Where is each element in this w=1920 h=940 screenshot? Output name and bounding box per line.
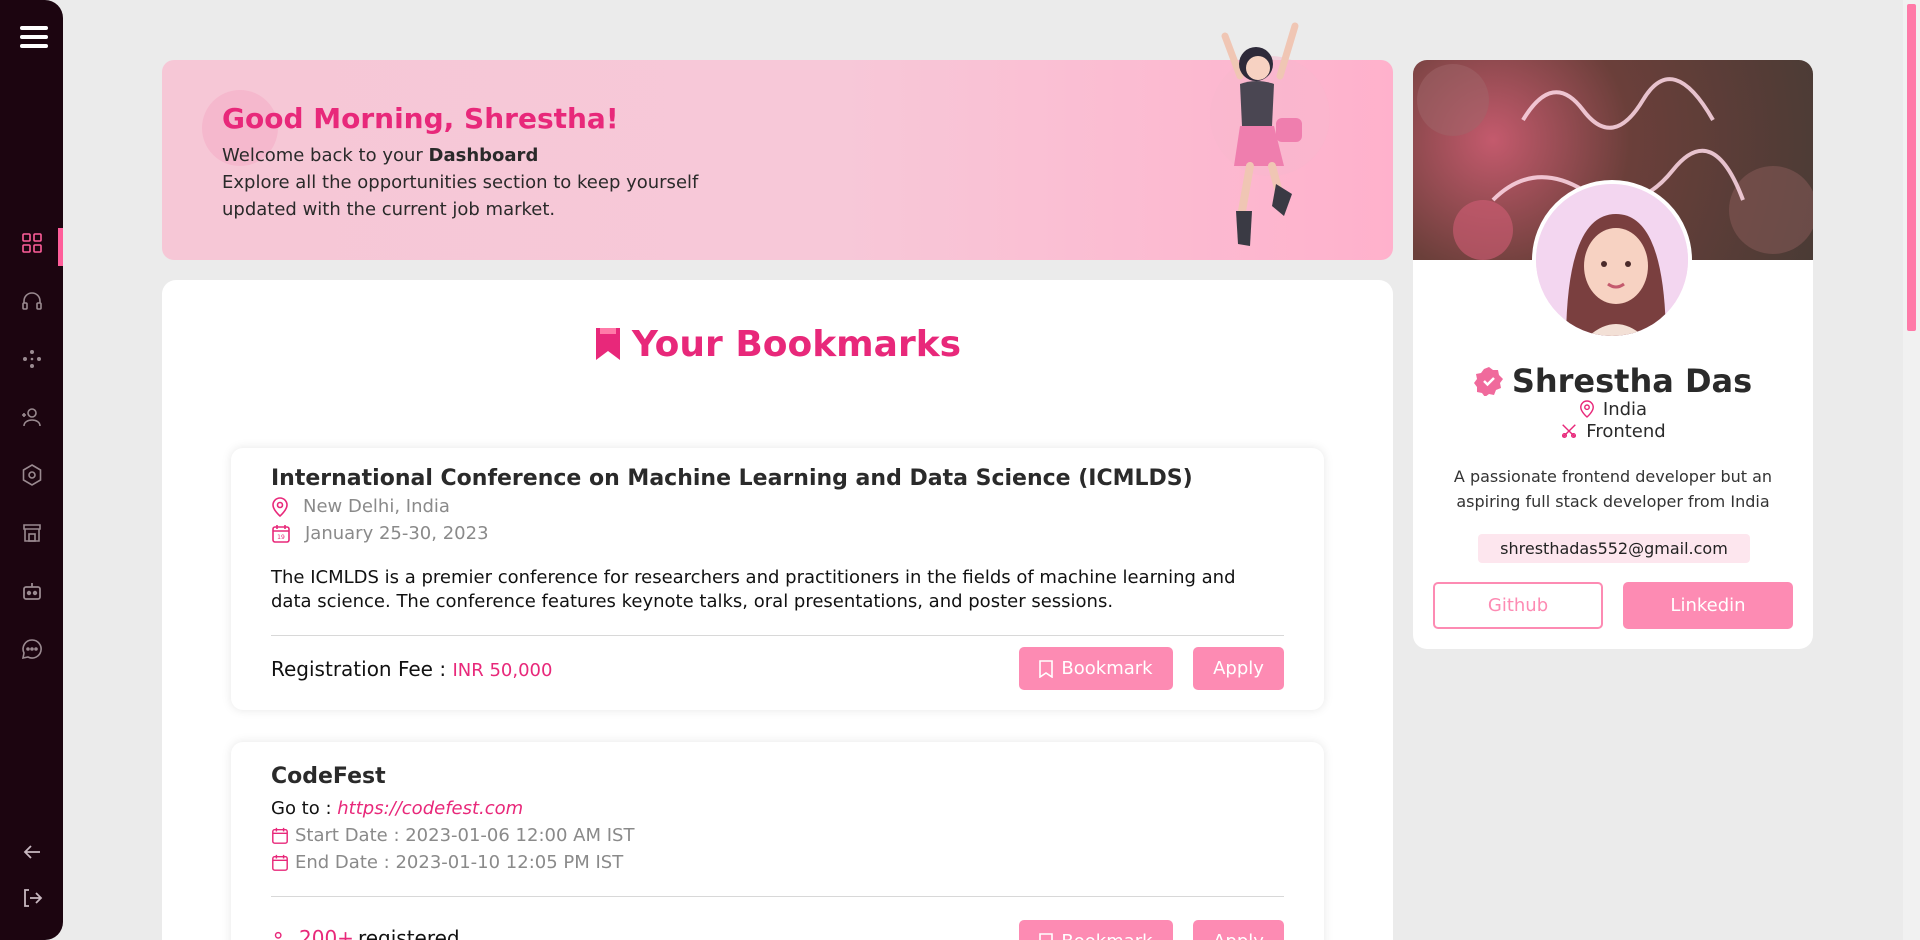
settings-icon[interactable] [18, 461, 46, 489]
card-description: The ICMLDS is a premier conference for r… [271, 567, 1236, 612]
jumping-girl-illustration [1210, 22, 1330, 246]
bookmark-card: International Conference on Machine Lear… [231, 448, 1324, 710]
linkedin-button[interactable]: Linkedin [1623, 582, 1793, 629]
start-date-text: Start Date : 2023-01-06 12:00 AM IST [295, 825, 635, 846]
bookmark-button-label: Bookmark [1061, 658, 1153, 679]
logout-icon[interactable] [18, 884, 46, 912]
active-indicator [58, 228, 63, 266]
bookmark-button[interactable]: Bookmark [1019, 920, 1173, 940]
back-arrow-icon[interactable] [18, 838, 46, 866]
apply-button[interactable]: Apply [1193, 920, 1284, 940]
profile-card: Shrestha Das India Frontend A passionate… [1413, 60, 1813, 649]
date-text: January 25-30, 2023 [305, 523, 489, 544]
bookmark-outline-icon [1039, 659, 1054, 678]
bookmark-icon [595, 328, 620, 360]
bookmarks-panel: Your Bookmarks International Conference … [162, 280, 1393, 940]
goto-line: Go to : https://codefest.com [271, 798, 523, 819]
greeting-title: Good Morning, Shrestha! [222, 102, 619, 135]
registration-fee: Registration Fee : INR 50,000 [271, 657, 552, 681]
profile-email: shresthadas552@gmail.com [1478, 534, 1750, 563]
avatar-illustration [1536, 184, 1688, 336]
bot-icon[interactable] [18, 577, 46, 605]
github-button[interactable]: Github [1433, 582, 1603, 629]
card-divider [271, 896, 1284, 897]
tools-icon [1562, 424, 1577, 439]
fee-label: Registration Fee : [271, 657, 453, 681]
card-title: International Conference on Machine Lear… [271, 466, 1193, 491]
goto-label: Go to : [271, 798, 338, 819]
bookmark-card: CodeFest Go to : https://codefest.com St… [231, 742, 1324, 940]
people-icon [274, 931, 282, 940]
scrollbar-thumb[interactable] [1907, 4, 1916, 331]
registered-count: 200+ registered [271, 926, 460, 940]
apply-button[interactable]: Apply [1193, 647, 1284, 690]
bookmark-button[interactable]: Bookmark [1019, 647, 1173, 690]
location-pin-icon [272, 496, 288, 517]
bookmarks-title-text: Your Bookmarks [631, 324, 962, 365]
headphones-icon[interactable] [18, 287, 46, 315]
start-date: Start Date : 2023-01-06 12:00 AM IST [271, 825, 634, 846]
bookmark-button-label: Bookmark [1061, 931, 1152, 940]
hamburger-menu-icon[interactable] [20, 26, 48, 52]
welcome-line: Welcome back to your Dashboard [222, 145, 538, 166]
welcome-bold: Dashboard [428, 145, 539, 166]
sidebar [0, 0, 63, 940]
network-icon[interactable] [18, 345, 46, 373]
welcome-prefix: Welcome back to your [222, 145, 429, 166]
fee-amount: INR 50,000 [452, 660, 553, 681]
profile-location-text: India [1602, 399, 1648, 420]
card-title: CodeFest [271, 764, 386, 789]
chat-icon[interactable] [18, 635, 46, 663]
profile-role-text: Frontend [1586, 421, 1666, 442]
profile-name: Shrestha Das [1413, 362, 1813, 400]
card-divider [271, 635, 1284, 636]
registered-label: registered [357, 926, 460, 940]
bookmark-outline-icon [1039, 932, 1054, 940]
bookmarks-title: Your Bookmarks [162, 324, 1393, 365]
profile-location: India [1413, 399, 1813, 420]
card-date: 19 January 25-30, 2023 [271, 523, 489, 544]
card-location: New Delhi, India [271, 496, 450, 517]
location-text: New Delhi, India [303, 496, 450, 517]
svg-text:19: 19 [277, 534, 285, 541]
avatar [1532, 180, 1692, 340]
end-date: End Date : 2023-01-10 12:05 PM IST [271, 852, 623, 873]
calendar-icon [272, 827, 288, 844]
calendar-icon: 19 [272, 524, 290, 543]
profile-name-text: Shrestha Das [1511, 362, 1753, 400]
location-pin-icon [1579, 400, 1594, 418]
profile-role: Frontend [1413, 421, 1813, 442]
verified-badge-icon [1473, 367, 1503, 397]
user-icon[interactable] [18, 403, 46, 431]
dashboard-icon[interactable] [18, 229, 46, 257]
registered-number: 200+ [299, 926, 354, 940]
event-link[interactable]: https://codefest.com [337, 798, 523, 819]
end-date-text: End Date : 2023-01-10 12:05 PM IST [295, 852, 624, 873]
page-scrollbar[interactable] [1903, 0, 1920, 940]
welcome-line-3: updated with the current job market. [222, 199, 556, 220]
profile-bio: A passionate frontend developer but an a… [1453, 467, 1773, 511]
calendar-icon [272, 854, 288, 871]
store-icon[interactable] [18, 519, 46, 547]
welcome-line-2: Explore all the opportunities section to… [222, 172, 699, 193]
